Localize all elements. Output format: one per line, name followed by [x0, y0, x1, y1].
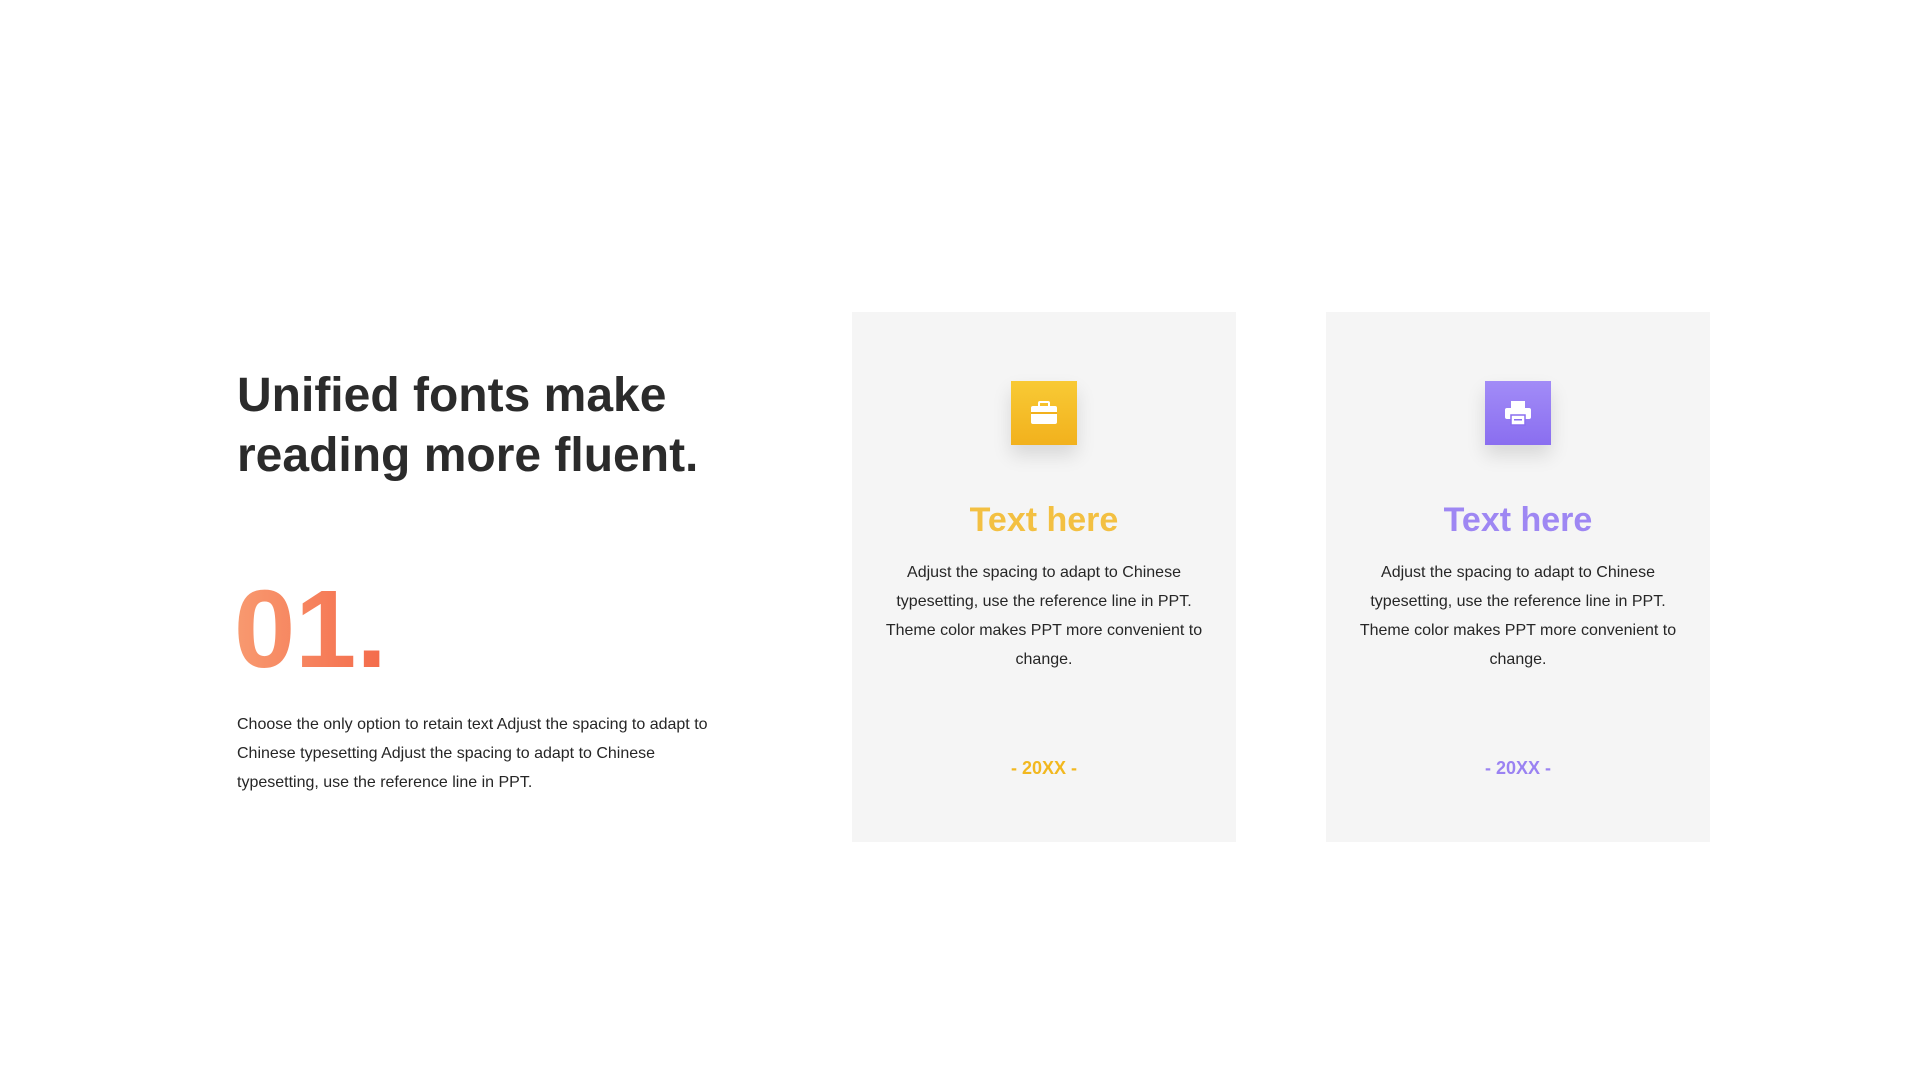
briefcase-icon	[1011, 381, 1077, 445]
card-title: Text here	[969, 501, 1119, 539]
card-description: Adjust the spacing to adapt to Chinese t…	[885, 564, 1203, 668]
card-year: - 20XX -	[1010, 758, 1078, 778]
card-title: Text here	[1443, 501, 1593, 539]
card-description: Adjust the spacing to adapt to Chinese t…	[1359, 564, 1677, 668]
lead-paragraph: Choose the only option to retain text Ad…	[237, 716, 708, 791]
section-number: 01.	[234, 568, 387, 691]
slide-heading: Unified fonts make reading more fluent.	[237, 369, 699, 482]
slide: Unified fonts make reading more fluent. …	[0, 0, 1920, 1080]
printer-icon	[1485, 381, 1551, 445]
feature-card-2: Text here Adjust the spacing to adapt to…	[1326, 312, 1710, 842]
feature-card-1: Text here Adjust the spacing to adapt to…	[852, 312, 1236, 842]
card-year: - 20XX -	[1484, 758, 1552, 778]
